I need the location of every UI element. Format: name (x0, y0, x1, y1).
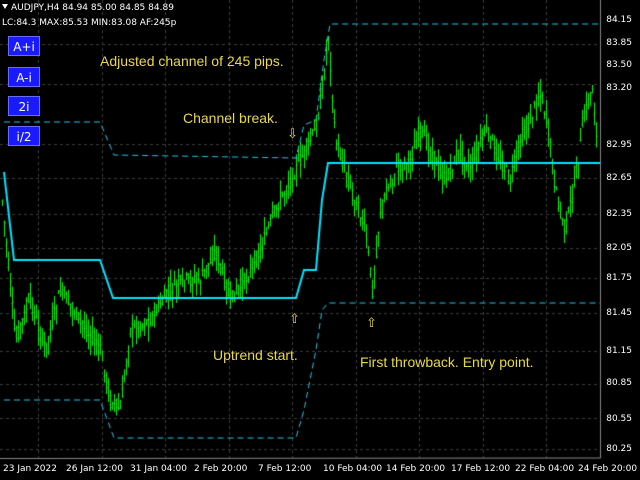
up-arrow-icon: ⇧ (289, 312, 300, 327)
price-tick-label: 83.50 (606, 60, 632, 70)
annotation-break: Channel break. (183, 110, 278, 126)
annotation-channel: Adjusted channel of 245 pips. (100, 53, 284, 69)
annotation-throwback: First throwback. Entry point. (360, 354, 534, 370)
time-tick-label: 17 Feb 12:00 (451, 464, 511, 474)
time-tick-label: 26 Jan 12:00 (66, 464, 123, 474)
price-tick-label: 83.85 (606, 38, 632, 48)
price-tick-label: 81.75 (606, 273, 632, 283)
price-tick-label: 82.05 (606, 243, 632, 253)
up-arrow-icon: ⇧ (366, 316, 377, 331)
price-tick-label: 82.35 (606, 209, 632, 219)
price-tick-label: 84.15 (606, 15, 632, 25)
half-i-button[interactable]: i/2 (8, 126, 40, 146)
price-tick-label: 80.55 (606, 414, 632, 424)
symbol-header: AUDJPY,H4 84.94 85.00 84.85 84.89 (2, 3, 174, 14)
time-tick-label: 10 Feb 04:00 (323, 464, 383, 474)
time-tick-label: 14 Feb 20:00 (386, 464, 446, 474)
annotation-uptrend: Uptrend start. (213, 347, 298, 363)
symbol-line: AUDJPY,H4 84.94 85.00 84.85 84.89 (11, 3, 174, 13)
price-tick-label: 83.20 (606, 83, 632, 93)
time-tick-label: 7 Feb 12:00 (258, 464, 312, 474)
price-tick-label: 81.15 (606, 346, 632, 356)
price-tick-label: 82.65 (606, 173, 632, 183)
a-minus-i-button[interactable]: A-i (8, 67, 40, 87)
dropdown-triangle-icon[interactable] (2, 4, 8, 9)
double-i-button[interactable]: 2i (8, 96, 40, 116)
down-arrow-icon: ⇩ (287, 127, 298, 142)
price-chart[interactable] (0, 0, 640, 480)
price-tick-label: 82.95 (606, 140, 632, 150)
price-tick-label: 81.45 (606, 308, 632, 318)
time-tick-label: 24 Feb 20:00 (578, 464, 638, 474)
time-tick-label: 31 Jan 04:00 (130, 464, 187, 474)
price-tick-label: 80.85 (606, 378, 632, 388)
time-tick-label: 23 Jan 2022 (3, 464, 57, 474)
price-tick-label: 80.25 (606, 444, 632, 454)
time-tick-label: 22 Feb 04:00 (515, 464, 575, 474)
time-tick-label: 2 Feb 20:00 (194, 464, 248, 474)
a-plus-i-button[interactable]: A+i (8, 36, 40, 56)
indicator-info: LC:84.3 MAX:85.53 MIN:83.08 AF:245p (2, 18, 177, 28)
